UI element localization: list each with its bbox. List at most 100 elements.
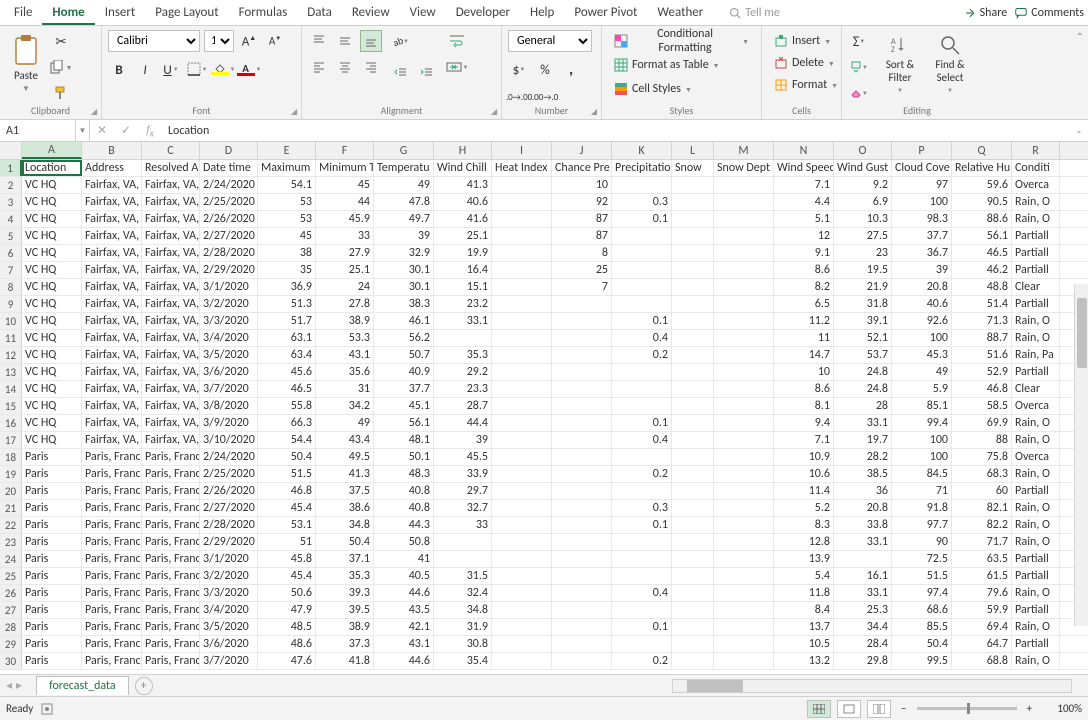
grid-rows[interactable]: 1LocationAddressResolved ADate timeMaxim…	[0, 160, 1088, 674]
tell-me[interactable]: Tell me	[729, 6, 780, 20]
sheet-nav-next-icon[interactable]: ▸	[16, 678, 22, 693]
cell[interactable]: 43.1	[316, 347, 374, 363]
cell[interactable]: Fairfax, VA,	[82, 381, 142, 397]
cell[interactable]: 2/27/2020	[200, 228, 258, 244]
tab-formulas[interactable]: Formulas	[229, 1, 298, 25]
cell[interactable]: 50.4	[892, 636, 952, 652]
cell[interactable]: Fairfax, VA,	[142, 279, 200, 295]
cell[interactable]: Paris, Franc	[82, 636, 142, 652]
tab-file[interactable]: File	[4, 1, 42, 25]
cell[interactable]: 72.5	[892, 551, 952, 567]
cell[interactable]	[714, 568, 774, 584]
font-size-select[interactable]: 11	[204, 30, 234, 52]
column-header-A[interactable]: A	[22, 142, 82, 159]
cell[interactable]	[672, 619, 714, 635]
cell[interactable]	[552, 517, 612, 533]
cell[interactable]: Rain, O	[1012, 534, 1060, 550]
row-header-8[interactable]: 8	[0, 279, 22, 295]
cell[interactable]	[672, 347, 714, 363]
sheet-tab-active[interactable]: forecast_data	[36, 676, 129, 695]
cell[interactable]	[612, 381, 672, 397]
cell[interactable]: 7.1	[774, 432, 834, 448]
cell[interactable]: VC HQ	[22, 347, 82, 363]
merge-center-button[interactable]: ▼	[446, 56, 468, 78]
cell[interactable]: 75.8	[952, 449, 1012, 465]
cell[interactable]: Paris, Franc	[82, 619, 142, 635]
cell[interactable]: 46.8	[258, 483, 316, 499]
format-cells-button[interactable]: Format ▼	[768, 74, 835, 96]
cell[interactable]	[492, 619, 552, 635]
cell[interactable]: 56.1	[374, 415, 434, 431]
cell[interactable]: Paris, Franc	[82, 449, 142, 465]
cell[interactable]: 49.5	[316, 449, 374, 465]
cell[interactable]: Address	[82, 160, 142, 176]
cell[interactable]: 13.9	[774, 551, 834, 567]
cell[interactable]: 20.8	[892, 279, 952, 295]
cell[interactable]	[672, 517, 714, 533]
cell[interactable]: 31.5	[434, 568, 492, 584]
cell[interactable]: 48.3	[374, 466, 434, 482]
cell[interactable]: 35.4	[434, 653, 492, 669]
cell[interactable]: 12.8	[774, 534, 834, 550]
cell[interactable]	[612, 262, 672, 278]
cell[interactable]: 32.4	[434, 585, 492, 601]
cell[interactable]	[714, 534, 774, 550]
column-header-F[interactable]: F	[316, 142, 374, 159]
cell[interactable]: 37.1	[316, 551, 374, 567]
cut-button[interactable]: ✂	[50, 30, 72, 52]
cell[interactable]: Fairfax, VA,	[142, 296, 200, 312]
cell[interactable]: 88.6	[952, 211, 1012, 227]
cell[interactable]: Fairfax, VA,	[82, 330, 142, 346]
cell[interactable]: 3/4/2020	[200, 330, 258, 346]
cell[interactable]: 3/1/2020	[200, 551, 258, 567]
cell[interactable]: 52.9	[952, 364, 1012, 380]
cell[interactable]: 38.9	[316, 619, 374, 635]
cell[interactable]: 34.2	[316, 398, 374, 414]
cell[interactable]: 40.9	[374, 364, 434, 380]
cell[interactable]: 49	[892, 364, 952, 380]
cell[interactable]: Paris, Franc	[82, 466, 142, 482]
cell[interactable]: Rain, O	[1012, 211, 1060, 227]
cell[interactable]: Paris, Franc	[142, 636, 200, 652]
cell[interactable]: Partiall	[1012, 483, 1060, 499]
cell[interactable]	[714, 619, 774, 635]
zoom-slider[interactable]	[917, 707, 1017, 710]
cell[interactable]: Wind Chill	[434, 160, 492, 176]
cell[interactable]	[492, 636, 552, 652]
cell[interactable]	[672, 653, 714, 669]
cell[interactable]: Paris, Franc	[142, 602, 200, 618]
row-header-7[interactable]: 7	[0, 262, 22, 278]
cell[interactable]: 8.2	[774, 279, 834, 295]
cell[interactable]: 29.7	[434, 483, 492, 499]
font-color-button[interactable]: A▼	[238, 58, 260, 80]
cell[interactable]	[552, 381, 612, 397]
page-break-view-button[interactable]	[867, 700, 891, 718]
cell[interactable]: 45	[258, 228, 316, 244]
cell[interactable]	[672, 296, 714, 312]
cell[interactable]	[714, 415, 774, 431]
column-header-C[interactable]: C	[142, 142, 200, 159]
cell[interactable]	[612, 534, 672, 550]
cell[interactable]: VC HQ	[22, 177, 82, 193]
cell[interactable]: Rain, O	[1012, 194, 1060, 210]
cell[interactable]	[672, 432, 714, 448]
autosum-button[interactable]: Σ▼	[848, 30, 870, 52]
row-header-25[interactable]: 25	[0, 568, 22, 584]
row-header-26[interactable]: 26	[0, 585, 22, 601]
cell[interactable]: 4.4	[774, 194, 834, 210]
underline-button[interactable]: U▼	[160, 58, 182, 80]
insert-cells-button[interactable]: Insert ▼	[768, 30, 835, 52]
insert-function-button[interactable]: fx	[138, 120, 162, 141]
cell[interactable]: 15.1	[434, 279, 492, 295]
cell[interactable]: 98.3	[892, 211, 952, 227]
cell[interactable]: Fairfax, VA,	[82, 347, 142, 363]
cell[interactable]	[672, 483, 714, 499]
cell[interactable]: 38.9	[316, 313, 374, 329]
cell[interactable]: Fairfax, VA,	[82, 228, 142, 244]
cell[interactable]: 85.5	[892, 619, 952, 635]
cell[interactable]	[672, 228, 714, 244]
cell[interactable]: 51.6	[952, 347, 1012, 363]
cell[interactable]: 63.5	[952, 551, 1012, 567]
column-header-M[interactable]: M	[714, 142, 774, 159]
cell[interactable]: Rain, O	[1012, 585, 1060, 601]
